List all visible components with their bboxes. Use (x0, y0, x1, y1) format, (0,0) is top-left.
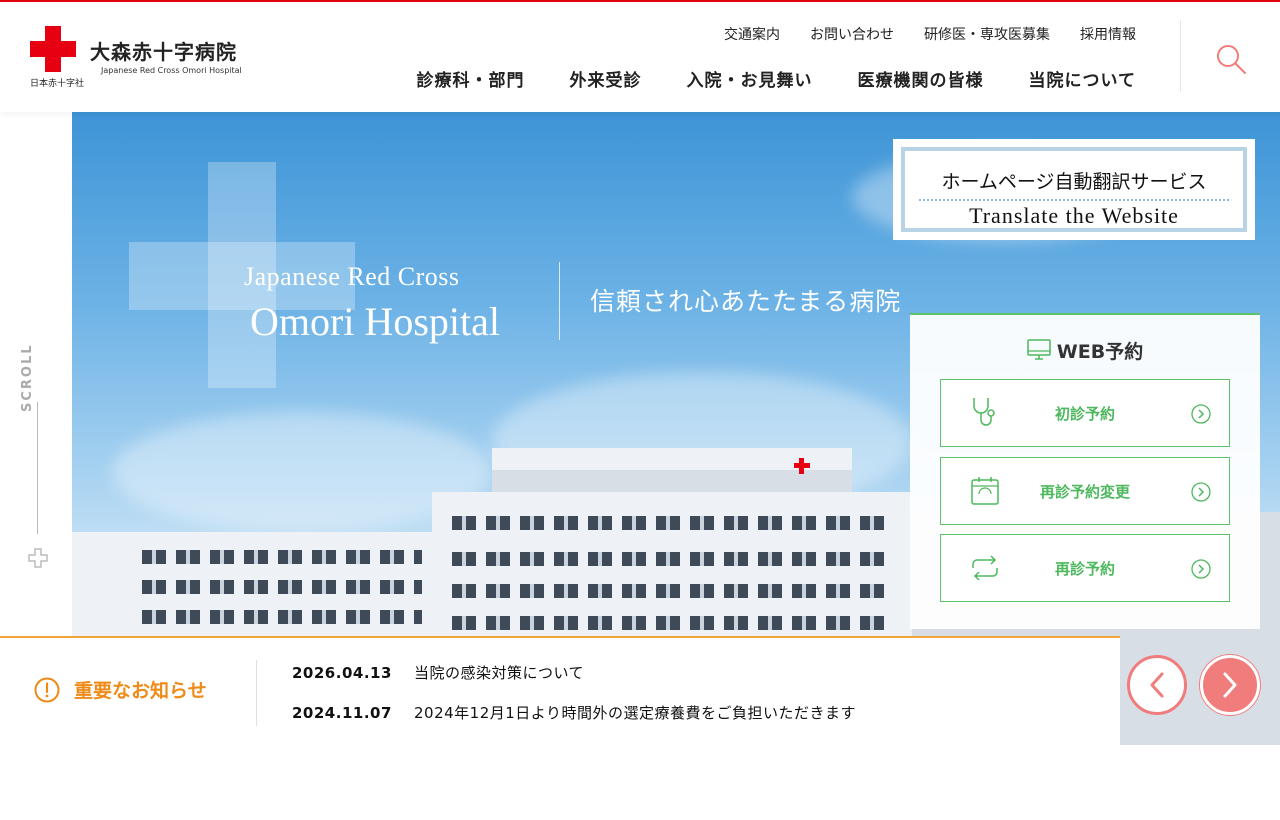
site-logo[interactable]: 日本赤十字社 大森赤十字病院 Japanese Red Cross Omori … (30, 26, 260, 90)
hero-tagline: 信頼され心あたたまる病院 (590, 287, 902, 316)
carousel-prev-button[interactable] (1127, 655, 1187, 715)
news-title: 当院の感染対策について (414, 664, 585, 682)
hero-divider (559, 262, 560, 340)
chevron-left-icon (1150, 672, 1164, 698)
important-notices-bar: 重要なお知らせ 2026.04.13 当院の感染対策について 2024.11.07… (0, 636, 1120, 745)
important-notices-label: 重要なお知らせ (74, 680, 207, 702)
logo-org-name: 日本赤十字社 (30, 79, 85, 89)
logo-hospital-name-en: Japanese Red Cross Omori Hospital (101, 66, 242, 75)
chevron-right-circle-icon (1191, 404, 1211, 424)
scroll-label: SCROLL (20, 343, 35, 412)
translate-label-en: Translate the Website (969, 203, 1179, 228)
scroll-line (37, 402, 38, 534)
logo-hospital-name: 大森赤十字病院 (90, 40, 237, 64)
chevron-right-circle-icon (1191, 482, 1211, 502)
hero-title-line2: Omori Hospital (250, 299, 500, 344)
important-notices-heading: 重要なお知らせ (34, 676, 207, 703)
news-item[interactable]: 2024.11.07 2024年12月1日より時間外の選定療養費をご負担いただきま… (292, 702, 856, 723)
util-nav-contact[interactable]: お問い合わせ (810, 24, 894, 44)
revisit-reservation-button[interactable]: 再診予約 (940, 534, 1230, 602)
red-cross-icon (30, 26, 76, 72)
revisit-reservation-label: 再診予約 (1054, 560, 1115, 578)
carousel-next-button[interactable] (1200, 655, 1260, 715)
chevron-right-icon (1223, 672, 1237, 698)
web-reservation-panel: WEB予約 初診予約 再診予約変更 再診予約 (910, 313, 1260, 629)
revisit-change-reservation-button[interactable]: 再診予約変更 (940, 457, 1230, 525)
left-rail: SCROLL (0, 112, 72, 636)
main-nav-medical-institutions[interactable]: 医療機関の皆様 (858, 66, 984, 91)
alert-circle-icon (34, 677, 60, 702)
util-nav-residency[interactable]: 研修医・専攻医募集 (924, 24, 1050, 44)
web-reservation-heading: WEB予約 (910, 337, 1260, 364)
chevron-right-circle-icon (1191, 559, 1211, 579)
main-nav-inpatient[interactable]: 入院・お見舞い (687, 66, 813, 91)
news-title: 2024年12月1日より時間外の選定療養費をご負担いただきます (414, 704, 857, 722)
hero-title-line1: Japanese Red Cross (244, 262, 460, 291)
utility-nav: 交通案内 お問い合わせ 研修医・専攻医募集 採用情報 (724, 24, 1136, 44)
header-divider (1180, 20, 1181, 92)
search-button[interactable] (1214, 42, 1248, 76)
translate-dotted-divider (919, 199, 1229, 201)
news-date: 2026.04.13 (292, 664, 392, 682)
util-nav-access[interactable]: 交通案内 (724, 24, 780, 44)
translate-label-jp: ホームページ自動翻訳サービス (941, 171, 1207, 193)
news-item[interactable]: 2026.04.13 当院の感染対策について (292, 662, 584, 683)
main-nav-about[interactable]: 当院について (1029, 66, 1137, 91)
main-nav: 診療科・部門 外来受診 入院・お見舞い 医療機関の皆様 当院について (417, 66, 1137, 91)
news-divider (256, 660, 257, 726)
plus-icon (28, 548, 48, 568)
main-nav-outpatient[interactable]: 外来受診 (570, 66, 642, 91)
first-visit-reservation-button[interactable]: 初診予約 (940, 379, 1230, 447)
search-icon (1217, 45, 1246, 74)
monitor-icon (1027, 339, 1051, 360)
site-header: 日本赤十字社 大森赤十字病院 Japanese Red Cross Omori … (0, 2, 1280, 112)
news-date: 2024.11.07 (292, 704, 392, 722)
revisit-change-reservation-label: 再診予約変更 (1039, 483, 1130, 501)
main-nav-departments[interactable]: 診療科・部門 (417, 66, 525, 91)
first-visit-reservation-label: 初診予約 (1054, 405, 1115, 423)
web-reservation-title: WEB予約 (1056, 341, 1144, 363)
translate-website-banner[interactable]: ホームページ自動翻訳サービス Translate the Website (893, 139, 1255, 240)
util-nav-recruit[interactable]: 採用情報 (1080, 24, 1136, 44)
